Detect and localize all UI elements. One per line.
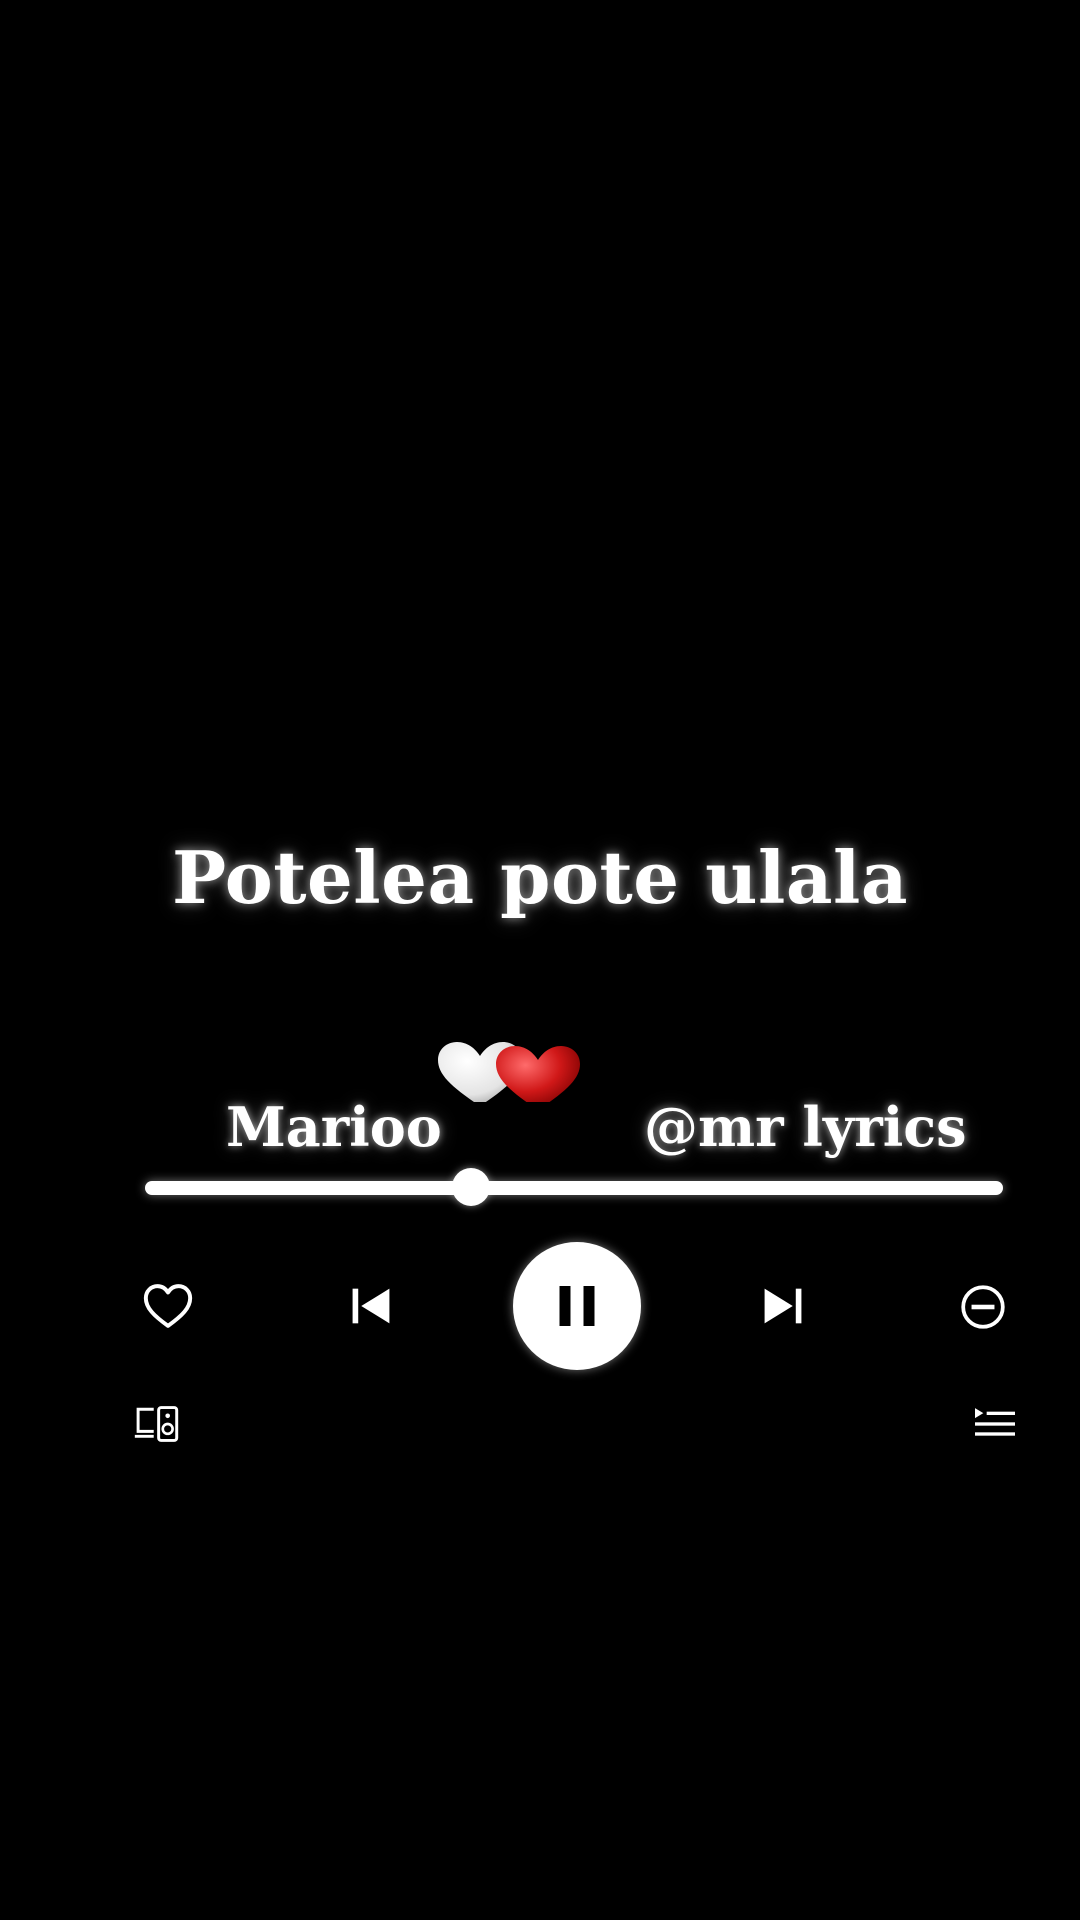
hearts-decoration [436, 1042, 586, 1112]
devices-button[interactable] [134, 1404, 180, 1444]
skip-previous-icon [352, 1288, 390, 1324]
red-heart-icon [496, 1046, 580, 1110]
heart-outline-icon [143, 1284, 193, 1328]
hide-song-button[interactable] [958, 1282, 1008, 1332]
artist-name: Marioo [226, 1095, 442, 1159]
queue-button[interactable] [973, 1404, 1017, 1444]
like-button[interactable] [140, 1278, 196, 1334]
pause-button[interactable] [513, 1242, 641, 1370]
progress-knob[interactable] [452, 1168, 491, 1206]
devices-icon [134, 1406, 179, 1442]
pause-icon [559, 1286, 595, 1326]
minus-circle-icon [961, 1285, 1005, 1329]
queue-icon [975, 1408, 1015, 1436]
lyric-line: Potelea pote ulala [171, 835, 909, 920]
previous-button[interactable] [345, 1280, 397, 1332]
skip-next-icon [764, 1288, 802, 1324]
progress-bar[interactable] [145, 1181, 1003, 1195]
next-button[interactable] [757, 1280, 809, 1332]
watermark-handle: @mr lyrics [644, 1095, 967, 1159]
